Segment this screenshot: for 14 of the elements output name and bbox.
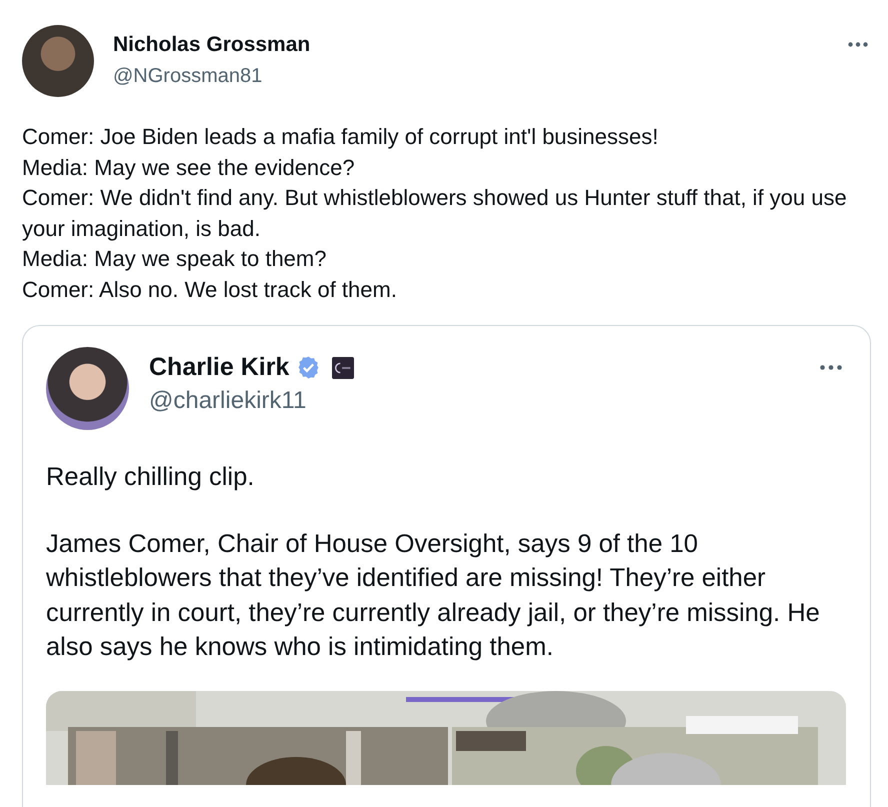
author-name[interactable]: Nicholas Grossman <box>113 33 848 57</box>
author-handle[interactable]: @charliekirk11 <box>149 387 820 415</box>
quoted-tweet-text: Really chilling clip. <box>46 462 256 493</box>
quoted-tweet-card[interactable] <box>22 325 871 807</box>
more-icon[interactable] <box>820 365 842 370</box>
more-icon[interactable] <box>848 42 868 47</box>
tweet-text-line: Media: May we speak to them? <box>22 245 328 273</box>
author-name[interactable]: Charlie Kirk <box>149 353 290 382</box>
tweet-text-line: Comer: Joe Biden leads a mafia family of corrupt int'l businesses! <box>22 123 660 151</box>
quoted-tweet-text: James Comer, Chair of House Oversight, says 9 of the 10 whistleblowers that they’ve identified are missing! They’re either currently in court, they’re currently already jail, or they’re missing. He also says he knows who is intimidating them. <box>46 528 821 663</box>
tweet-text-line: Comer: Also no. We lost track of them. <box>22 276 398 304</box>
tweet-text-line: Media: May we see the evidence? <box>22 154 356 182</box>
tweet-text-line: Comer: We didn't find any. But whistleblowers showed us Hunter stuff that, if you use your imagination, is bad. <box>22 184 848 243</box>
author-handle[interactable]: @NGrossman81 <box>113 65 848 88</box>
